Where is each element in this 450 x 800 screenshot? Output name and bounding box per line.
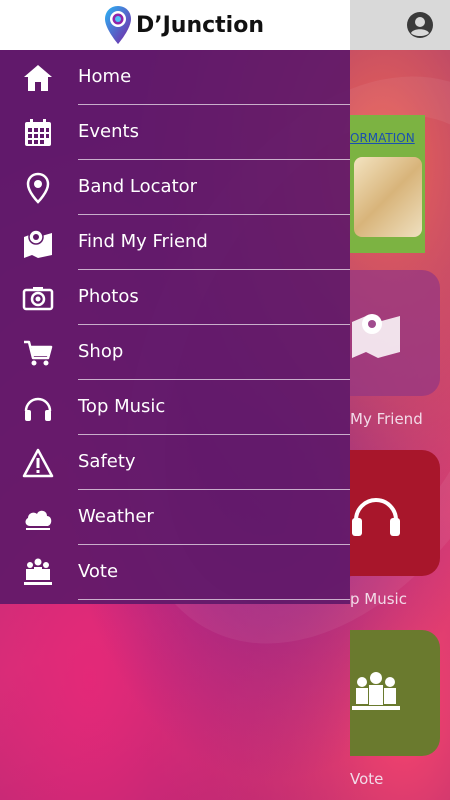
menu-item-band-locator[interactable]: Band Locator bbox=[0, 160, 350, 215]
map-pin-icon bbox=[22, 172, 54, 204]
tile-top-music[interactable] bbox=[350, 450, 440, 576]
menu-label-home: Home bbox=[78, 66, 132, 87]
tile-find-my-friend[interactable] bbox=[350, 270, 440, 396]
menu-label-photos: Photos bbox=[78, 286, 139, 307]
menu-label-safety: Safety bbox=[78, 451, 136, 472]
app-name: D’Junction bbox=[136, 12, 265, 38]
menu-item-events[interactable]: Events bbox=[0, 105, 350, 160]
account-button[interactable] bbox=[406, 11, 434, 39]
home-icon bbox=[22, 62, 54, 94]
vote-icon bbox=[22, 557, 54, 589]
menu-item-shop[interactable]: Shop bbox=[0, 325, 350, 380]
tile-label-top-music: p Music bbox=[350, 590, 407, 608]
menu-item-photos[interactable]: Photos bbox=[0, 270, 350, 325]
cart-icon bbox=[22, 337, 54, 369]
menu-label-weather: Weather bbox=[78, 506, 154, 527]
vote-icon bbox=[352, 672, 400, 710]
tile-vote[interactable] bbox=[350, 630, 440, 756]
menu-label-band-locator: Band Locator bbox=[78, 176, 198, 197]
menu-item-weather[interactable]: Weather bbox=[0, 490, 350, 545]
app-logo[interactable]: D’Junction bbox=[104, 5, 264, 45]
menu-item-top-music[interactable]: Top Music bbox=[0, 380, 350, 435]
account-circle-icon bbox=[407, 12, 433, 38]
menu-item-vote[interactable]: Vote bbox=[0, 545, 350, 600]
headphones-icon bbox=[22, 392, 54, 424]
headphones-icon bbox=[352, 498, 400, 536]
menu-label-vote: Vote bbox=[78, 561, 119, 582]
tile-label-vote: Vote bbox=[350, 770, 384, 788]
menu-label-top-music: Top Music bbox=[78, 396, 166, 417]
menu-item-safety[interactable]: Safety bbox=[0, 435, 350, 490]
navigation-drawer: Home Events Band Locator Find My Friend … bbox=[0, 50, 350, 604]
menu-item-find-my-friend[interactable]: Find My Friend bbox=[0, 215, 350, 270]
food-image bbox=[354, 157, 422, 237]
camera-icon bbox=[22, 282, 54, 314]
menu-label-events: Events bbox=[78, 121, 139, 142]
menu-label-find-my-friend: Find My Friend bbox=[78, 231, 208, 252]
top-app-bar: D’Junction bbox=[0, 0, 450, 50]
menu-label-shop: Shop bbox=[78, 341, 124, 362]
menu-divider bbox=[78, 599, 350, 600]
top-bar-right-area bbox=[350, 0, 450, 50]
cloud-icon bbox=[22, 502, 54, 534]
info-card[interactable]: ORMATION bbox=[350, 115, 425, 253]
map-marker-icon bbox=[22, 227, 54, 259]
map-marker-icon bbox=[352, 314, 400, 358]
info-link[interactable]: ORMATION bbox=[350, 131, 415, 145]
tile-label-find-my-friend: My Friend bbox=[350, 410, 423, 428]
calendar-icon bbox=[22, 117, 54, 149]
warning-icon bbox=[22, 447, 54, 479]
menu-item-home[interactable]: Home bbox=[0, 50, 350, 105]
location-pin-logo-icon bbox=[105, 6, 131, 44]
